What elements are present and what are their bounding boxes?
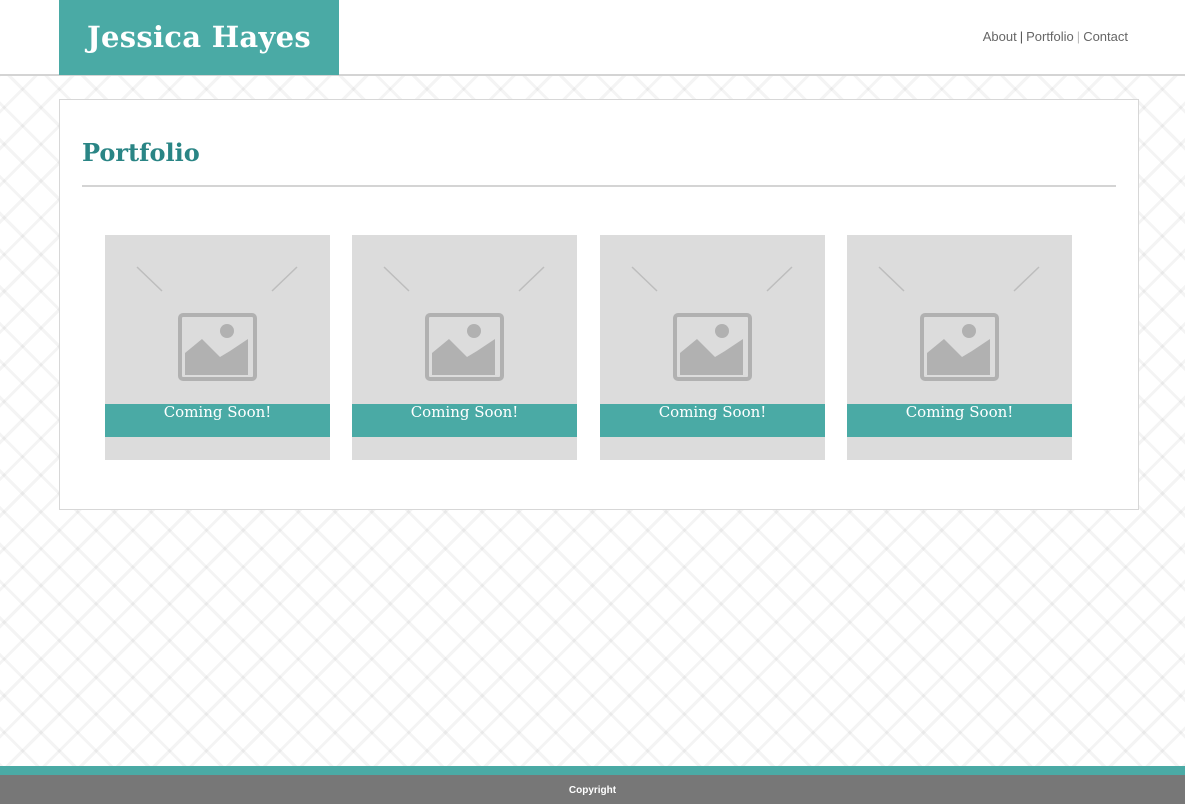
nav-link-contact[interactable]: Contact (1083, 29, 1128, 44)
nav-link-portfolio[interactable]: Portfolio (1026, 29, 1074, 44)
site-footer: Copyright (0, 775, 1185, 804)
portfolio-card[interactable]: Coming Soon! (847, 235, 1072, 460)
title-divider (82, 185, 1116, 187)
card-caption: Coming Soon! (600, 404, 825, 437)
copyright-text: Copyright (568, 785, 617, 796)
nav-separator: | (1019, 29, 1024, 44)
card-caption: Coming Soon! (847, 404, 1072, 437)
nav-link-about[interactable]: About (983, 29, 1017, 44)
nav-separator: | (1076, 29, 1081, 44)
main-nav: About | Portfolio | Contact (983, 29, 1128, 44)
card-caption: Coming Soon! (352, 404, 577, 437)
portfolio-card[interactable]: Coming Soon! (600, 235, 825, 460)
page-title: Portfolio (82, 138, 200, 167)
portfolio-panel: Portfolio Coming Soon! Coming Soon! Comi… (59, 99, 1139, 510)
portfolio-card[interactable]: Coming Soon! (105, 235, 330, 460)
site-logo[interactable]: Jessica Hayes (59, 0, 339, 75)
card-caption: Coming Soon! (105, 404, 330, 437)
site-header: Jessica Hayes About | Portfolio | Contact (0, 0, 1185, 76)
portfolio-card[interactable]: Coming Soon! (352, 235, 577, 460)
footer-accent-stripe (0, 766, 1185, 775)
